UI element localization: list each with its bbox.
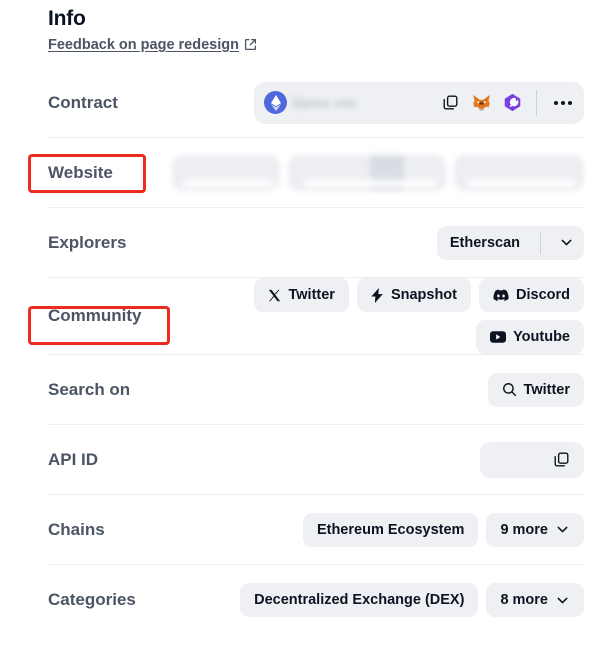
feedback-link-label: Feedback on page redesign	[48, 37, 239, 53]
chain-chip-ethereum-ecosystem[interactable]: Ethereum Ecosystem	[302, 512, 479, 547]
search-icon	[502, 382, 517, 397]
community-chip-twitter[interactable]: Twitter	[254, 278, 349, 312]
info-rows: Contract 0x•••• •••• Website Explorers E…	[28, 68, 584, 635]
row-value-chains: Ethereum Ecosystem 9 more	[115, 512, 584, 547]
website-chip-placeholder-3[interactable]	[454, 154, 584, 191]
metamask-icon[interactable]	[470, 92, 492, 114]
row-value-api-id	[108, 441, 584, 478]
youtube-icon	[490, 331, 507, 343]
copy-icon[interactable]	[550, 449, 572, 471]
row-value-search-on: Twitter	[140, 372, 584, 407]
chain-chip-label: Ethereum Ecosystem	[316, 521, 465, 538]
api-id-chip[interactable]	[480, 441, 584, 478]
wallet-icon[interactable]	[501, 92, 523, 114]
panel-header: Info Feedback on page redesign	[48, 0, 584, 54]
row-label-search-on: Search on	[48, 379, 131, 399]
row-label-explorers: Explorers	[48, 232, 127, 252]
external-link-icon	[244, 38, 257, 51]
community-chip-youtube[interactable]: Youtube	[476, 320, 584, 354]
explorer-chip-label: Etherscan	[449, 234, 520, 251]
website-chip-placeholder-1[interactable]	[172, 154, 280, 191]
community-chip-row-1: Twitter Snapshot Discord	[254, 278, 584, 312]
row-search-on: Search on Twitter	[48, 355, 584, 425]
chains-more-button[interactable]: 9 more	[486, 512, 584, 547]
ethereum-icon	[264, 91, 287, 114]
categories-more-label: 8 more	[500, 592, 548, 608]
row-value-community: Twitter Snapshot Discord Youtube	[152, 278, 584, 354]
row-label-chains: Chains	[48, 519, 105, 539]
more-options-icon[interactable]	[550, 100, 576, 105]
categories-more-button[interactable]: 8 more	[486, 583, 584, 617]
discord-icon	[493, 289, 509, 302]
community-chip-label: Youtube	[513, 329, 570, 345]
row-categories: Categories Decentralized Exchange (DEX) …	[48, 565, 584, 635]
x-twitter-icon	[268, 289, 281, 302]
info-panel: Info Feedback on page redesign Contract	[0, 0, 600, 669]
contract-divider	[536, 89, 537, 116]
search-on-chip-label: Twitter	[523, 381, 570, 398]
community-chip-discord[interactable]: Discord	[479, 278, 584, 312]
row-label-community: Community	[48, 306, 142, 325]
row-value-categories: Decentralized Exchange (DEX) 8 more	[146, 583, 584, 617]
category-chip-dex[interactable]: Decentralized Exchange (DEX)	[240, 583, 479, 617]
website-chip-placeholder-2[interactable]	[288, 154, 446, 191]
page-title: Info	[48, 7, 86, 30]
contract-address-group: 0x•••• ••••	[264, 91, 356, 114]
search-on-chip-twitter[interactable]: Twitter	[487, 372, 584, 407]
row-value-contract: 0x•••• ••••	[128, 81, 584, 124]
feedback-link[interactable]: Feedback on page redesign	[48, 37, 257, 53]
chevron-down-icon	[555, 522, 570, 537]
row-value-explorers: Etherscan	[136, 225, 584, 260]
row-label-api-id: API ID	[48, 449, 99, 469]
row-contract: Contract 0x•••• ••••	[48, 68, 584, 138]
row-label-website: Website	[48, 162, 113, 182]
row-label-contract: Contract	[48, 92, 118, 112]
row-community: Community Twitter Snapshot Discord Youtu…	[28, 278, 584, 355]
row-chains: Chains Ethereum Ecosystem 9 more	[48, 495, 584, 565]
contract-address-text: 0x•••• ••••	[293, 94, 357, 111]
chevron-down-icon[interactable]	[548, 226, 584, 260]
category-chip-label: Decentralized Exchange (DEX)	[254, 592, 465, 608]
row-value-website	[123, 154, 584, 191]
row-api-id: API ID	[48, 425, 584, 495]
row-label-categories: Categories	[48, 590, 136, 609]
row-website: Website	[28, 138, 584, 208]
explorer-chip-etherscan[interactable]: Etherscan	[436, 225, 584, 260]
chevron-down-icon	[555, 593, 570, 608]
copy-icon[interactable]	[439, 92, 461, 114]
community-chip-label: Twitter	[288, 287, 335, 303]
chip-divider	[540, 231, 541, 254]
contract-actions	[439, 89, 576, 116]
lightning-bolt-icon	[371, 287, 384, 303]
community-chip-snapshot[interactable]: Snapshot	[356, 278, 471, 312]
chains-more-label: 9 more	[500, 521, 548, 538]
row-explorers: Explorers Etherscan	[48, 208, 584, 278]
community-chip-label: Snapshot	[390, 287, 457, 303]
contract-address-chip[interactable]: 0x•••• ••••	[254, 81, 584, 124]
community-chip-row-2: Youtube	[476, 320, 584, 354]
community-chip-label: Discord	[516, 287, 570, 303]
